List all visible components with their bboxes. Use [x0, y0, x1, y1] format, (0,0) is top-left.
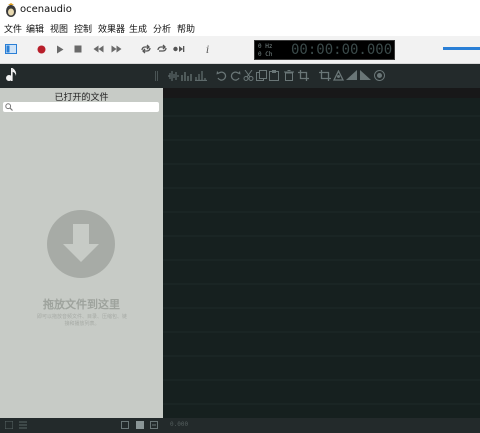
record-monitor-icon[interactable]	[374, 70, 385, 81]
redo-icon[interactable]	[230, 70, 241, 81]
repeat-button[interactable]	[154, 41, 170, 57]
skip-icon	[173, 46, 185, 52]
music-note-icon	[6, 68, 17, 81]
tools-strip	[0, 64, 480, 88]
menu-analyze[interactable]: 分析	[153, 22, 171, 35]
paste-icon[interactable]	[269, 70, 280, 81]
fade-icon[interactable]	[360, 70, 371, 81]
menu-edit[interactable]: 编辑	[26, 22, 44, 35]
position-readout: 0.000	[170, 421, 189, 428]
drop-title: 拖放文件到这里	[43, 298, 120, 311]
menu-view[interactable]: 视图	[50, 22, 68, 35]
menu-bar: 文件 编辑 视图 控制 效果器 生成 分析 帮助	[0, 20, 480, 36]
svg-text:i: i	[206, 45, 209, 54]
normalize-icon[interactable]	[346, 70, 357, 81]
menu-control[interactable]: 控制	[74, 22, 92, 35]
rewind-icon	[93, 45, 103, 53]
rewind-button[interactable]	[90, 41, 106, 57]
play-icon	[57, 45, 64, 53]
panel-toggle-icon	[5, 44, 17, 54]
menu-generate[interactable]: 生成	[129, 22, 147, 35]
delete-icon[interactable]	[284, 70, 294, 81]
info-button[interactable]: i	[200, 41, 216, 57]
search-input[interactable]	[3, 102, 159, 112]
menu-effects[interactable]: 效果器	[98, 22, 125, 35]
toolbar: i	[0, 36, 480, 64]
time-readout: 00:00:00.000	[291, 42, 393, 58]
waveform-icon[interactable]	[168, 71, 180, 81]
sample-rate-readout: 0 Hz	[258, 43, 273, 50]
levels-icon[interactable]	[195, 71, 207, 81]
spectrum-icon[interactable]	[181, 71, 193, 81]
drop-hint: 即可以拖放音频文件、目录、压缩包、链接和播放列表。	[36, 314, 127, 327]
menu-file[interactable]: 文件	[4, 22, 22, 35]
loop-icon	[141, 44, 151, 54]
loop-button[interactable]	[138, 41, 154, 57]
app-icon	[6, 3, 16, 17]
waveform-grid	[163, 88, 480, 405]
cut-icon[interactable]	[243, 70, 254, 81]
skip-button[interactable]	[171, 41, 187, 57]
list-view-icon[interactable]	[5, 421, 13, 429]
trim-icon[interactable]	[319, 70, 331, 81]
record-button[interactable]	[33, 41, 49, 57]
effect-icon[interactable]	[333, 70, 344, 81]
channel-readout: 0 Ch	[258, 51, 273, 58]
menu-help[interactable]: 帮助	[177, 22, 195, 35]
copy-icon[interactable]	[256, 70, 267, 81]
status-bar: 0.000	[0, 418, 480, 433]
record-icon	[37, 45, 45, 53]
zoom-fit-icon[interactable]	[121, 421, 129, 429]
panel-toggle-button[interactable]	[3, 41, 19, 57]
play-button[interactable]	[52, 41, 68, 57]
title-bar: ocenaudio	[0, 0, 480, 20]
file-sidebar: 已打开的文件 拖放文件到这里 即可以拖放音频文件、目录、压缩包、链接和播放列表。	[0, 88, 163, 418]
time-display: 0 Hz 0 Ch 00:00:00.000	[254, 40, 395, 60]
zoom-out-icon[interactable]	[150, 421, 158, 429]
info-icon: i	[206, 45, 209, 54]
stop-icon	[74, 45, 82, 53]
stop-button[interactable]	[70, 41, 86, 57]
fast-forward-icon	[111, 45, 121, 53]
volume-slider[interactable]	[443, 47, 480, 50]
repeat-icon	[157, 44, 167, 52]
waveform-area[interactable]	[163, 88, 480, 418]
download-arrow-icon	[47, 210, 115, 278]
zoom-selection-icon[interactable]	[136, 421, 144, 429]
fast-forward-button[interactable]	[108, 41, 124, 57]
window-title: ocenaudio	[20, 4, 72, 15]
crop-icon[interactable]	[298, 70, 309, 81]
search-icon	[5, 103, 13, 111]
drag-handle-icon[interactable]	[155, 71, 159, 81]
undo-icon[interactable]	[216, 70, 227, 81]
details-icon[interactable]	[19, 421, 27, 429]
